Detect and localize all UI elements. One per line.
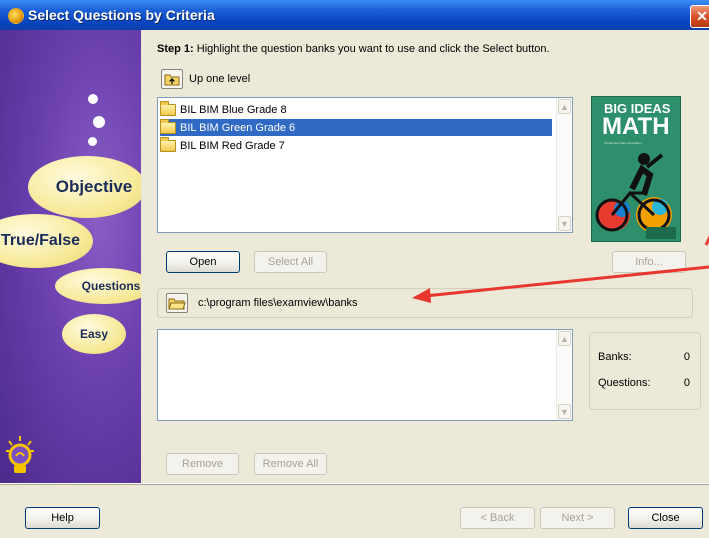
list-item[interactable]: BIL BIM Blue Grade 8 (160, 100, 552, 118)
folder-open-icon (168, 298, 186, 310)
list-item[interactable]: BIL BIM Red Grade 7 (160, 136, 552, 154)
remove-button-label: Remove (182, 458, 223, 470)
remove-all-button-label: Remove All (262, 458, 319, 470)
current-path-text: c:\program files\examview\banks (198, 297, 358, 309)
next-button[interactable]: Next > (540, 507, 615, 529)
questions-count-value: 0 (683, 377, 690, 389)
book-title-line2: MATH (602, 113, 670, 140)
current-path-bar: c:\program files\examview\banks (157, 288, 693, 318)
open-button-label: Open (189, 256, 217, 268)
scroll-up-arrow[interactable]: ▲ (558, 99, 571, 114)
list-item-label: BIL BIM Red Grade 7 (180, 139, 285, 152)
questions-bubble: Questions (55, 268, 141, 304)
browse-folder-button[interactable] (166, 293, 188, 313)
close-icon: ✕ (696, 8, 708, 24)
window-title: Select Questions by Criteria (28, 7, 215, 23)
folder-icon (160, 118, 176, 134)
open-button[interactable]: Open (166, 251, 240, 273)
folder-icon (160, 100, 176, 116)
select-all-button[interactable]: Select All (254, 251, 327, 273)
footer-divider (0, 484, 709, 485)
back-button[interactable]: < Back (460, 507, 535, 529)
bubble-label: Objective (55, 177, 133, 196)
help-button[interactable]: Help (25, 507, 100, 529)
bubble-label: Easy (79, 327, 109, 341)
back-button-label: < Back (480, 512, 515, 524)
selected-list-scrollbar[interactable]: ▲ ▼ (556, 330, 572, 420)
decorative-dot (88, 137, 97, 146)
select-all-button-label: Select All (267, 256, 314, 268)
dialog-footer: Help < Back Next > Close (0, 483, 709, 538)
question-bank-list[interactable]: BIL BIM Blue Grade 8 BIL BIM Green Grade… (157, 97, 573, 233)
up-one-level-label: Up one level (189, 73, 251, 85)
info-button[interactable]: Info... (612, 251, 686, 273)
remove-button[interactable]: Remove (166, 453, 239, 475)
list-item-label: BIL BIM Green Grade 6 (180, 121, 296, 134)
step-instruction: Step 1: Highlight the question banks you… (157, 43, 550, 55)
stats-panel: Banks: 0 Questions: 0 (589, 332, 701, 410)
step-text: Highlight the question banks you want to… (196, 43, 550, 55)
folder-icon (160, 136, 176, 152)
easy-bubble: Easy (62, 314, 126, 354)
folder-up-icon (164, 74, 180, 86)
list-scrollbar[interactable]: ▲ ▼ (556, 98, 572, 232)
bubble-label: Questions (81, 279, 141, 293)
questions-count-label: Questions: (598, 377, 651, 389)
scroll-up-arrow[interactable]: ▲ (558, 331, 571, 346)
close-button-label: Close (651, 512, 680, 524)
next-button-label: Next > (561, 512, 594, 524)
selected-banks-list[interactable]: ▲ ▼ (157, 329, 573, 421)
cyclist-illustration (595, 153, 676, 239)
scroll-down-arrow[interactable]: ▼ (558, 216, 571, 231)
scroll-down-arrow[interactable]: ▼ (558, 404, 571, 419)
dialog-window: Select Questions by Criteria ✕ Objective… (0, 0, 709, 538)
help-button-label: Help (51, 512, 74, 524)
info-button-label: Info... (635, 256, 663, 268)
up-one-level-button[interactable] (161, 69, 183, 89)
app-icon (8, 8, 24, 24)
main-content: Step 1: Highlight the question banks you… (141, 30, 709, 483)
title-bar[interactable]: Select Questions by Criteria ✕ (0, 0, 709, 30)
banks-count-value: 0 (683, 351, 690, 363)
list-item-label: BIL BIM Blue Grade 8 (180, 103, 287, 116)
sidebar-illustration: Objective True/False Questions Easy (0, 30, 141, 483)
remove-all-button[interactable]: Remove All (254, 453, 327, 475)
close-button[interactable]: Close (628, 507, 703, 529)
true-false-bubble: True/False (0, 214, 93, 268)
book-cover-image: BIG IDEAS MATH A Common Core Curriculum (591, 96, 681, 242)
list-item-selected[interactable]: BIL BIM Green Grade 6 (160, 118, 552, 136)
objective-bubble: Objective (28, 156, 141, 218)
banks-count-label: Banks: (598, 351, 632, 363)
step-label: Step 1: (157, 43, 194, 55)
lightbulb-icon (6, 436, 34, 473)
decorative-dot (88, 94, 98, 104)
bubble-label: True/False (0, 232, 81, 249)
close-window-button[interactable]: ✕ (690, 5, 709, 28)
decorative-dot (93, 116, 105, 128)
